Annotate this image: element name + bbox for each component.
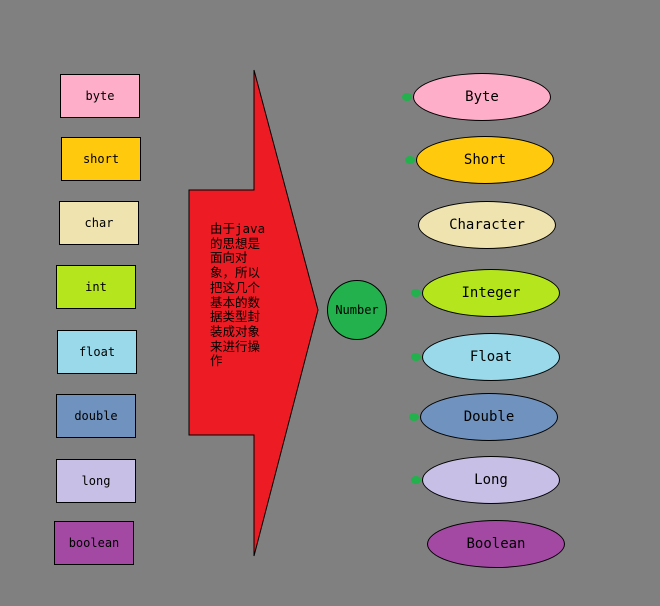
connector-dot [411,353,421,361]
connector-dot [409,413,419,421]
primitive-box-int: int [56,265,136,309]
arrow-text: 由于java的思想是面向对象，所以把这几个基本的数据类型封装成对象来进行操作 [210,221,266,369]
primitive-box-boolean: boolean [54,521,134,565]
primitive-box-double: double [56,394,136,438]
wrapper-ellipse-character: Character [418,201,556,249]
primitive-box-float: float [57,330,137,374]
wrapper-ellipse-integer: Integer [422,269,560,317]
connector-dot [405,156,415,164]
connector-dot [402,93,412,101]
primitive-box-short: short [61,137,141,181]
primitive-box-byte: byte [60,74,140,118]
primitive-box-long: long [56,459,136,503]
wrapper-ellipse-boolean: Boolean [427,520,565,568]
number-node: Number [327,280,387,340]
wrapper-ellipse-long: Long [422,456,560,504]
connector-dot [411,476,421,484]
wrapper-ellipse-float: Float [422,333,560,381]
wrapper-ellipse-byte: Byte [413,73,551,121]
wrapper-ellipse-short: Short [416,136,554,184]
wrapper-ellipse-double: Double [420,393,558,441]
connector-dot [411,289,421,297]
primitive-box-char: char [59,201,139,245]
